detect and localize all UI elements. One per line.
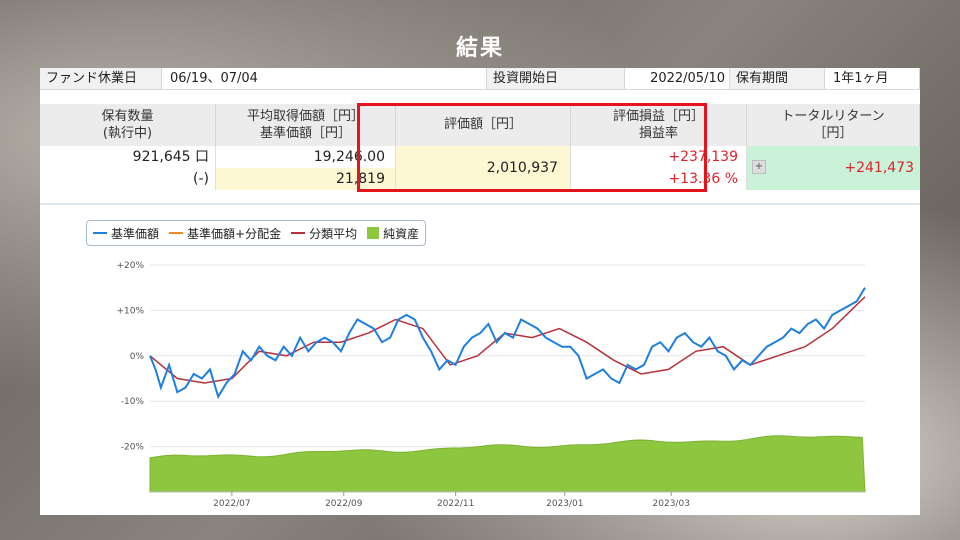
- start-date-value: 2022/05/10: [625, 68, 730, 90]
- legend-nav-swatch: [93, 232, 107, 234]
- y-tick-label: -10%: [121, 397, 145, 407]
- y-tick-label: +20%: [116, 261, 144, 271]
- x-tick-label: 2022/11: [437, 499, 474, 509]
- quantity-value: 921,645 口: [40, 146, 216, 168]
- x-tick-label: 2023/01: [546, 499, 583, 509]
- category-average-line: [149, 296, 866, 384]
- nav-line: [149, 287, 866, 400]
- x-tick-label: 2023/03: [653, 499, 690, 509]
- chart-area: +20% +10% 0% -10% -20% 2022/07 2022/09 2022/11 2…: [40, 203, 920, 517]
- header-total-return: トータルリターン ［円］: [747, 104, 920, 146]
- legend-nav-dist-swatch: [169, 232, 184, 234]
- legend-nav-dist[interactable]: 基準価額+分配金: [169, 225, 281, 242]
- highlight-box: [357, 103, 707, 192]
- period-label: 保有期間: [730, 68, 825, 90]
- legend-net-assets[interactable]: 純資産: [367, 225, 419, 242]
- net-assets-area: [149, 435, 866, 493]
- legend-category-avg[interactable]: 分類平均: [291, 225, 357, 242]
- expand-icon[interactable]: +: [752, 160, 766, 174]
- y-tick-label: 0%: [130, 352, 145, 362]
- x-tick-label: 2022/09: [325, 499, 363, 509]
- fund-holiday-value: 06/19、07/04: [162, 68, 487, 90]
- fund-holiday-label: ファンド休業日: [40, 68, 162, 90]
- info-bar: ファンド休業日 06/19、07/04 投資開始日 2022/05/10 保有期…: [40, 68, 920, 90]
- header-quantity: 保有数量 (執行中): [40, 104, 216, 146]
- total-return-value: +241,473: [844, 160, 914, 176]
- total-return-cell: + +241,473: [747, 146, 920, 190]
- legend-net-assets-swatch: [367, 227, 380, 239]
- legend-nav[interactable]: 基準価額: [93, 225, 159, 242]
- pending-value: (-): [40, 168, 216, 190]
- y-tick-label: +10%: [116, 306, 144, 316]
- period-value: 1年1ヶ月: [825, 68, 920, 90]
- start-date-label: 投資開始日: [487, 68, 625, 90]
- x-tick-label: 2022/07: [213, 499, 250, 509]
- legend-category-avg-swatch: [291, 232, 306, 234]
- slide-title: 結果: [455, 36, 504, 61]
- chart-legend: 基準価額 基準価額+分配金 分類平均 純資産: [86, 220, 427, 246]
- y-tick-label: -20%: [121, 443, 145, 453]
- performance-chart: +20% +10% 0% -10% -20% 2022/07 2022/09 2022/11 2…: [116, 261, 866, 509]
